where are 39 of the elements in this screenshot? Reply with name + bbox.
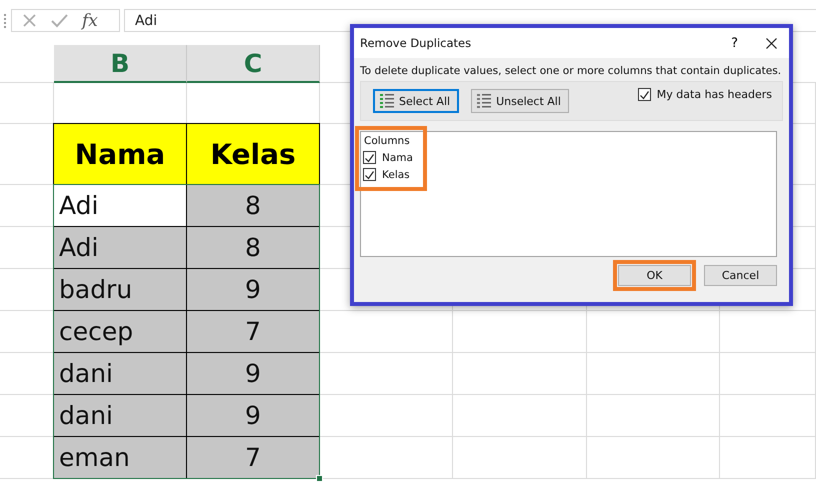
table-cell: 9 <box>186 352 320 395</box>
check-icon <box>364 152 375 162</box>
table-cell: eman <box>53 436 187 479</box>
checkbox-label: Kelas <box>382 168 410 180</box>
close-icon[interactable] <box>766 38 777 48</box>
dialog-title: Remove Duplicates <box>360 36 472 50</box>
insert-function-button[interactable]: fx <box>82 10 98 30</box>
unselect-all-button[interactable]: Unselect All <box>471 89 569 113</box>
column-header[interactable]: B <box>54 45 187 83</box>
table-cell: Adi <box>53 226 187 269</box>
check-icon <box>638 90 650 100</box>
column-checkbox[interactable] <box>363 151 376 164</box>
fill-handle[interactable] <box>316 475 323 482</box>
column-header[interactable]: C <box>187 45 320 83</box>
help-button[interactable]: ? <box>731 36 738 50</box>
column-checkbox[interactable] <box>363 168 376 181</box>
headers-checkbox[interactable] <box>638 88 651 101</box>
table-cell: 9 <box>186 394 320 437</box>
list-icon <box>477 93 492 109</box>
table-cell: 9 <box>186 268 320 311</box>
table-cell: badru <box>53 268 187 311</box>
table-cell: dani <box>53 352 187 395</box>
table-header-cell: Nama <box>53 123 187 185</box>
dialog-button[interactable]: Cancel <box>704 265 777 286</box>
table-cell: 8 <box>186 184 320 227</box>
check-icon <box>364 170 375 180</box>
select-all-button[interactable]: Select All <box>373 89 460 113</box>
columns-label: Columns <box>363 135 411 147</box>
table-cell: 8 <box>186 226 320 269</box>
description-text: To delete duplicate values, select one or more columns that contain duplicates. <box>359 64 782 79</box>
checkbox-label: Nama <box>382 152 413 164</box>
table-cell: 7 <box>186 436 320 479</box>
dialog-button[interactable]: OK <box>618 265 691 286</box>
checklist-icon <box>380 93 394 109</box>
table-cell: 7 <box>186 310 320 353</box>
table-header-cell: Kelas <box>186 123 320 185</box>
table-cell: dani <box>53 394 187 437</box>
checkbox-label: My data has headers <box>656 88 772 101</box>
table-cell: cecep <box>53 310 187 353</box>
